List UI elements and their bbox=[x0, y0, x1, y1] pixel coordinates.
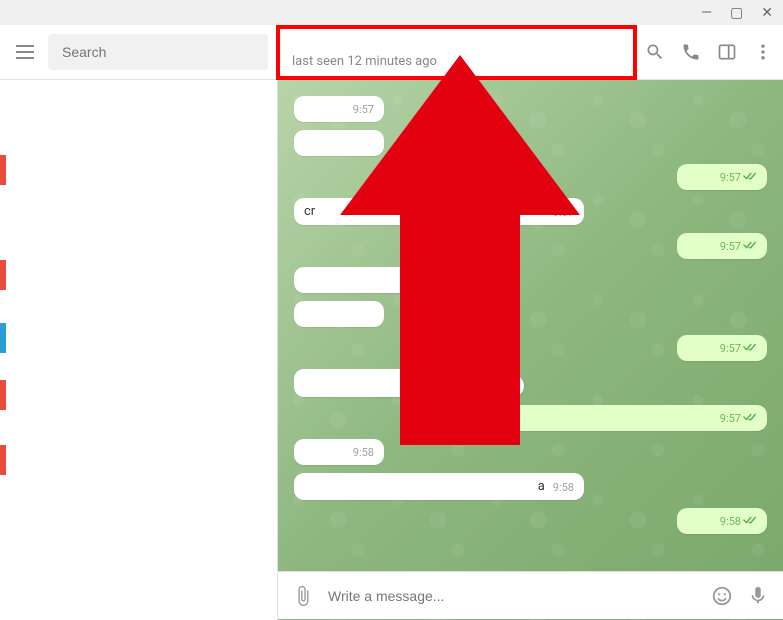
phone-icon bbox=[681, 42, 701, 62]
chat-header-highlight[interactable]: last seen 12 minutes ago bbox=[276, 25, 637, 80]
message-text bbox=[304, 273, 475, 287]
message-text bbox=[304, 307, 374, 321]
incoming-message[interactable]: crs9:57 bbox=[294, 198, 767, 225]
search-input[interactable] bbox=[48, 34, 268, 70]
incoming-message[interactable]: a 9:58 bbox=[294, 473, 767, 500]
chat-list-indicator bbox=[0, 323, 6, 353]
message-text bbox=[687, 239, 712, 253]
chat-list-indicator bbox=[0, 260, 6, 290]
panel-icon bbox=[717, 42, 737, 62]
message-time: 9:58 bbox=[553, 481, 574, 494]
window-titlebar: — ▢ ✕ bbox=[0, 0, 783, 25]
voice-button[interactable] bbox=[747, 585, 769, 607]
message-bubble: 9:58 bbox=[677, 508, 767, 534]
incoming-message[interactable] bbox=[294, 301, 767, 327]
menu-button[interactable] bbox=[10, 37, 40, 67]
message-time: 9:57 bbox=[483, 274, 504, 287]
message-input[interactable] bbox=[328, 588, 697, 604]
message-bubble: 9:57 bbox=[677, 233, 767, 259]
message-time: 9:57 bbox=[720, 240, 757, 253]
close-button[interactable]: ✕ bbox=[761, 5, 773, 21]
message-bubble: 9:57 bbox=[294, 369, 514, 397]
message-bubble: crs9:57 bbox=[294, 198, 584, 225]
minimize-button[interactable]: — bbox=[701, 5, 712, 21]
message-bubble: 9:57 bbox=[294, 96, 384, 122]
header-actions bbox=[645, 42, 773, 62]
paperclip-icon bbox=[292, 585, 314, 607]
message-time: 9:58 bbox=[720, 515, 757, 528]
sidebar-toggle-button[interactable] bbox=[717, 42, 737, 62]
outgoing-message[interactable]: 9:57 bbox=[294, 405, 767, 431]
message-text bbox=[687, 514, 712, 528]
search-chat-button[interactable] bbox=[645, 42, 665, 62]
message-time: 9:57 bbox=[720, 171, 757, 184]
message-text bbox=[304, 377, 475, 391]
chat-list-indicator bbox=[0, 380, 6, 410]
outgoing-message[interactable]: 9:58 bbox=[294, 508, 767, 534]
search-container bbox=[48, 34, 268, 70]
last-seen-status: last seen 12 minutes ago bbox=[292, 54, 621, 69]
message-time: 9:57 bbox=[553, 206, 574, 219]
smile-icon bbox=[711, 585, 733, 607]
chat-area: 9:579:57crs9:579:579:579:579:57👍9:579:58… bbox=[278, 80, 783, 620]
outgoing-message[interactable]: 9:57 bbox=[294, 335, 767, 361]
app-header: last seen 12 minutes ago bbox=[0, 25, 783, 80]
message-bubble: 9:57 bbox=[677, 164, 767, 190]
more-button[interactable] bbox=[753, 42, 773, 62]
message-text: cr bbox=[304, 204, 530, 219]
message-bubble: a 9:58 bbox=[294, 473, 584, 500]
hamburger-icon bbox=[16, 45, 34, 59]
reaction-badge[interactable]: 👍 bbox=[502, 375, 524, 397]
microphone-icon bbox=[747, 585, 769, 607]
chat-list-indicator bbox=[0, 445, 6, 475]
maximize-button[interactable]: ▢ bbox=[730, 5, 743, 21]
message-list[interactable]: 9:579:57crs9:579:579:579:579:57👍9:579:58… bbox=[278, 80, 783, 620]
main-content: 9:579:57crs9:579:579:579:579:57👍9:579:58… bbox=[0, 80, 783, 620]
message-time: 9:57 bbox=[483, 378, 504, 391]
incoming-message[interactable] bbox=[294, 130, 767, 156]
message-time: 9:57 bbox=[353, 103, 374, 116]
message-text bbox=[304, 102, 345, 116]
chat-list-indicator bbox=[0, 155, 6, 185]
message-text bbox=[487, 411, 712, 425]
message-bubble: 9:57 bbox=[294, 267, 514, 293]
chat-list-sidebar[interactable] bbox=[0, 80, 278, 620]
incoming-message[interactable]: 9:57👍 bbox=[294, 369, 767, 397]
more-vertical-icon bbox=[753, 42, 773, 62]
outgoing-message[interactable]: 9:57 bbox=[294, 233, 767, 259]
message-bubble bbox=[294, 301, 384, 327]
incoming-message[interactable]: 9:57 bbox=[294, 267, 767, 293]
incoming-message[interactable]: 9:58 bbox=[294, 439, 767, 465]
message-text: a bbox=[304, 479, 545, 494]
message-text bbox=[687, 170, 712, 184]
message-time: 9:57 bbox=[720, 412, 757, 425]
outgoing-message[interactable]: 9:57 bbox=[294, 164, 767, 190]
call-button[interactable] bbox=[681, 42, 701, 62]
message-bubble bbox=[294, 130, 384, 156]
message-compose-bar bbox=[278, 571, 783, 619]
message-bubble: 9:58 bbox=[294, 439, 384, 465]
message-time: 9:58 bbox=[353, 446, 374, 459]
message-text bbox=[304, 136, 374, 150]
message-time: 9:57 bbox=[720, 342, 757, 355]
message-bubble: 9:57 bbox=[677, 335, 767, 361]
search-icon bbox=[645, 42, 665, 62]
message-text bbox=[687, 341, 712, 355]
message-text bbox=[304, 445, 345, 459]
incoming-message[interactable]: 9:57 bbox=[294, 96, 767, 122]
emoji-button[interactable] bbox=[711, 585, 733, 607]
attach-button[interactable] bbox=[292, 585, 314, 607]
message-bubble: 9:57 bbox=[477, 405, 767, 431]
